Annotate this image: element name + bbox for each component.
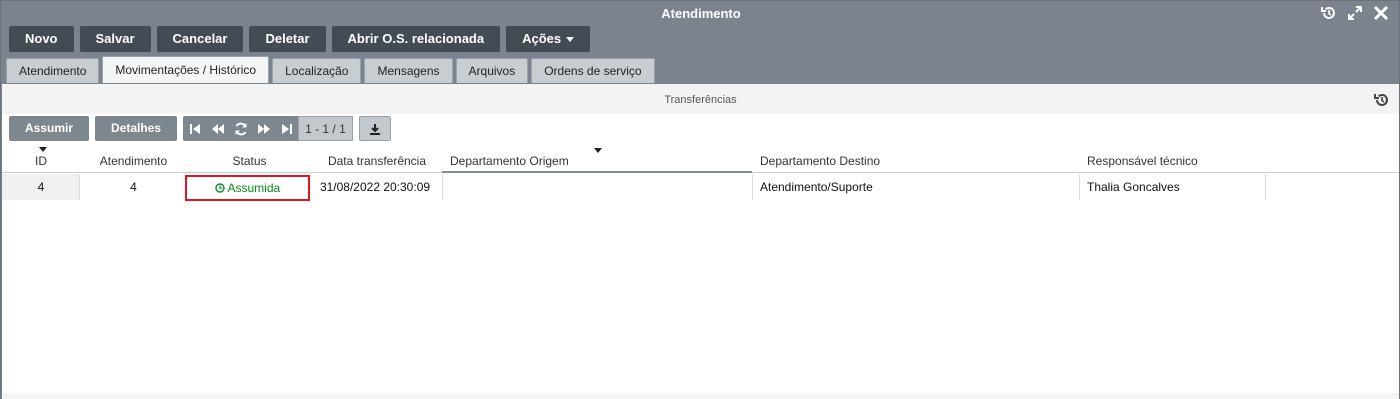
pager: 1 - 1 / 1	[183, 116, 353, 141]
check-circle-icon	[215, 183, 225, 193]
salvar-button[interactable]: Salvar	[79, 26, 151, 52]
cell-id: 4	[2, 174, 80, 200]
column-header-responsavel-tecnico[interactable]: Responsável técnico	[1079, 147, 1269, 173]
history-icon[interactable]	[1319, 4, 1339, 24]
refresh-icon[interactable]	[229, 116, 252, 141]
table-header: ID Atendimento Status Data transferência…	[2, 147, 1399, 173]
column-menu-icon[interactable]	[594, 148, 602, 153]
detalhes-button[interactable]: Detalhes	[95, 116, 178, 141]
tab-bar: Atendimento Movimentações / Histórico Lo…	[6, 56, 655, 83]
panel-header: Transferências	[2, 84, 1399, 114]
status-label: Assumida	[227, 181, 281, 195]
download-icon	[369, 123, 380, 135]
tab-movimentacoes-historico[interactable]: Movimentações / Histórico	[102, 56, 270, 83]
first-page-icon[interactable]	[183, 116, 206, 141]
assumir-button[interactable]: Assumir	[9, 116, 90, 141]
close-icon[interactable]	[1371, 4, 1391, 24]
main-toolbar: Novo Salvar Cancelar Deletar Abrir O.S. …	[9, 26, 591, 52]
last-page-icon[interactable]	[275, 116, 298, 141]
acoes-label: Ações	[522, 31, 562, 46]
sort-icon	[39, 147, 47, 152]
atendimento-window: Atendimento Novo Salvar Cancelar Deletar…	[0, 0, 1400, 399]
tab-content: Transferências Assumir Detalhes 1 - 1 / …	[2, 84, 1399, 399]
page-count: 1 - 1 / 1	[298, 116, 353, 141]
column-header-departamento-origem[interactable]: Departamento Origem	[442, 147, 752, 173]
deletar-button[interactable]: Deletar	[249, 26, 326, 52]
tab-localizacao[interactable]: Localização	[272, 58, 362, 83]
history-icon[interactable]	[1373, 90, 1391, 108]
cell-data-transferencia: 31/08/2022 20:30:09	[319, 180, 431, 194]
window-title: Atendimento	[661, 6, 741, 21]
column-header-status[interactable]: Status	[187, 147, 312, 173]
window-controls	[1319, 4, 1391, 24]
tab-mensagens[interactable]: Mensagens	[364, 58, 453, 83]
novo-button[interactable]: Novo	[9, 26, 74, 52]
tab-atendimento[interactable]: Atendimento	[6, 58, 100, 83]
table-row[interactable]: 4 4 Assumida 31/08/2022 20:30:09 Atendim…	[2, 174, 1399, 201]
grid-toolbar: Assumir Detalhes 1 - 1 / 1	[9, 116, 391, 142]
previous-page-icon[interactable]	[206, 116, 229, 141]
acoes-dropdown-button[interactable]: Ações	[506, 26, 591, 52]
abrir-os-button[interactable]: Abrir O.S. relacionada	[331, 26, 501, 52]
cell-atendimento: 4	[130, 180, 137, 194]
cell-departamento-destino: Atendimento/Suporte	[760, 180, 873, 194]
column-header-departamento-destino[interactable]: Departamento Destino	[752, 147, 1082, 173]
maximize-icon[interactable]	[1345, 4, 1365, 24]
next-page-icon[interactable]	[252, 116, 275, 141]
cancelar-button[interactable]: Cancelar	[156, 26, 244, 52]
caret-down-icon	[566, 36, 575, 42]
tab-arquivos[interactable]: Arquivos	[455, 58, 529, 83]
cell-status: Assumida	[185, 175, 310, 201]
panel-title: Transferências	[664, 94, 737, 106]
cell-departamento-origem	[442, 174, 752, 200]
tab-ordens-de-servico[interactable]: Ordens de serviço	[531, 58, 655, 83]
column-header-atendimento[interactable]: Atendimento	[80, 147, 187, 173]
column-header-id[interactable]: ID	[2, 147, 80, 173]
panel-footer	[2, 393, 1399, 399]
column-divider	[1265, 174, 1266, 200]
cell-responsavel-tecnico: Thalia Goncalves	[1087, 180, 1180, 194]
column-header-data-transferencia[interactable]: Data transferência	[312, 147, 442, 173]
download-button[interactable]	[358, 116, 391, 141]
